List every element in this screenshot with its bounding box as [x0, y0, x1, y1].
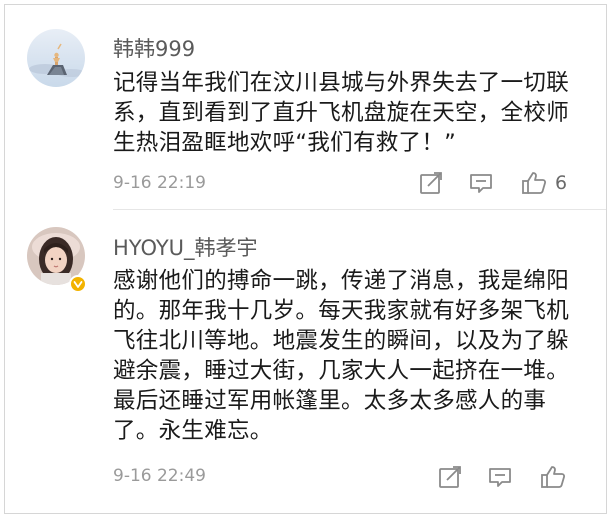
comment-text: 记得当年我们在汶川县城与外界失去了一切联系，直到看到了直升飞机盘旋在天空，全校师…	[113, 70, 570, 156]
reply-icon	[470, 174, 492, 193]
avatar[interactable]	[27, 29, 85, 87]
verified-badge	[69, 275, 87, 293]
like-button[interactable]	[520, 169, 548, 197]
share-button[interactable]	[436, 463, 464, 491]
timestamp: 9-16 22:19	[113, 173, 206, 193]
share-icon	[420, 172, 442, 194]
verified-badge-icon	[73, 281, 83, 288]
reply-button[interactable]	[486, 463, 514, 491]
share-button[interactable]	[417, 169, 445, 197]
thumbs-up-icon	[541, 466, 566, 488]
comment-item: 韩韩999 记得当年我们在汶川县城与外界失去了一切联系，直到看到了直升飞机盘旋在…	[5, 5, 606, 210]
username[interactable]: HYOYU_韩孝宇	[113, 232, 258, 262]
username[interactable]: 韩韩999	[113, 33, 195, 63]
share-icon	[439, 466, 461, 488]
comment-list: 韩韩999 记得当年我们在汶川县城与外界失去了一切联系，直到看到了直升飞机盘旋在…	[4, 4, 607, 514]
thumbs-up-icon	[522, 172, 547, 194]
like-button[interactable]	[539, 463, 567, 491]
comment-item: HYOYU_韩孝宇 感谢他们的搏命一跳，传递了消息，我是绵阳的。那年我十几岁。每…	[5, 210, 606, 515]
like-count: 6	[555, 172, 568, 194]
timestamp: 9-16 22:49	[113, 466, 206, 486]
comment-text: 感谢他们的搏命一跳，传递了消息，我是绵阳的。那年我十几岁。每天我家就有好多架飞机…	[113, 268, 570, 444]
avatar-illustration-icon	[27, 29, 85, 87]
reply-button[interactable]	[467, 169, 495, 197]
reply-icon	[489, 468, 511, 487]
